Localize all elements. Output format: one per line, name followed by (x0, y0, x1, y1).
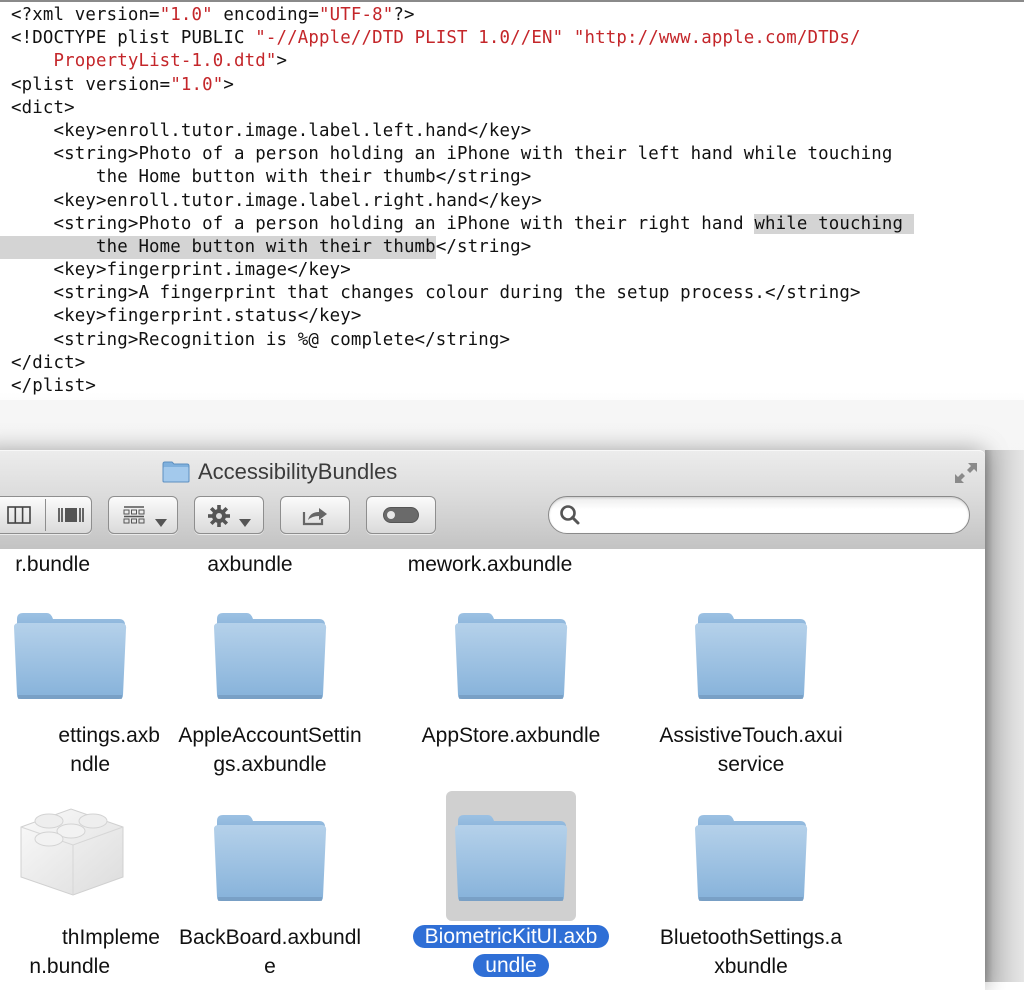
chevron-down-icon (239, 512, 251, 531)
folder-icon (162, 461, 190, 483)
code-text: <key>fingerprint.image</key> (11, 260, 351, 281)
code-text: ?> (393, 5, 415, 25)
code-line[interactable]: PropertyList-1.0.dtd"> (11, 50, 914, 73)
code-text: <key>fingerprint.status</key> (11, 306, 362, 327)
tag-toggle-icon (383, 507, 419, 527)
code-line[interactable]: <?xml version="1.0" encoding="UTF-8"?> (11, 4, 914, 27)
code-text: <dict> (11, 97, 75, 118)
code-line[interactable]: </plist> (11, 375, 914, 398)
code-line[interactable]: the Home button with their thumb</string… (0, 235, 914, 260)
code-text: <?xml version= (11, 5, 160, 25)
code-line[interactable]: </dict> (11, 352, 914, 375)
search-field[interactable] (548, 496, 970, 534)
action-button[interactable] (194, 496, 264, 534)
search-icon (559, 504, 581, 526)
partial-file-label[interactable]: r.bundle (0, 550, 90, 579)
code-line[interactable]: the Home button with their thumb</string… (11, 166, 914, 189)
code-text: <string>Recognition is %@ complete</stri… (11, 329, 511, 350)
folder-icon[interactable] (452, 611, 570, 701)
icon-view: r.bundle axbundle mework.axbundle etting… (0, 549, 985, 989)
string-literal: "1.0" (170, 74, 224, 95)
column-view-icon[interactable] (7, 506, 31, 528)
file-name-label[interactable]: AssistiveTouch.axui (601, 721, 901, 750)
partial-file-label[interactable]: mework.axbundle (380, 550, 600, 579)
folder-icon[interactable] (692, 611, 810, 701)
code-text: > (276, 51, 288, 72)
code-text: <string>Photo of a person holding an iPh… (11, 144, 893, 165)
file-name-label[interactable]: BluetoothSettings.a (601, 923, 901, 952)
partial-file-label[interactable]: axbundle (140, 550, 360, 579)
code-text: > (223, 74, 235, 95)
code-line[interactable]: <key>fingerprint.status</key> (11, 305, 914, 328)
code-text: the Home button with their thumb</string… (11, 167, 532, 188)
code-text: <plist version= (11, 74, 171, 95)
folder-icon[interactable] (692, 813, 810, 903)
code-line[interactable]: <string>A fingerprint that changes colou… (11, 282, 914, 305)
string-literal: PropertyList-1.0.dtd" (53, 51, 277, 72)
code-text: encoding= (212, 5, 319, 25)
code-text: <string>A fingerprint that changes colou… (11, 283, 861, 304)
selected-text: while touching (754, 213, 914, 234)
share-icon (302, 504, 330, 530)
window-shadow (985, 450, 1024, 982)
arrange-grid-icon (123, 505, 145, 529)
folder-icon[interactable] (452, 813, 570, 903)
finder-window: AccessibilityBundles r.bundle axbundle m… (0, 450, 985, 990)
code-text: <!DOCTYPE plist PUBLIC (11, 28, 256, 49)
fullscreen-button[interactable] (952, 459, 980, 487)
file-name-label[interactable]: xbundle (601, 952, 901, 981)
arrange-button[interactable] (108, 496, 178, 534)
folder-icon[interactable] (211, 611, 329, 701)
code-line[interactable]: <dict> (11, 97, 914, 120)
search-input[interactable] (587, 501, 961, 529)
file-name-text: BiometricKitUI.axb (412, 925, 610, 948)
window-title: AccessibilityBundles (162, 459, 397, 485)
tags-button[interactable] (366, 496, 436, 534)
folder-icon[interactable] (11, 611, 129, 701)
folder-icon[interactable] (211, 813, 329, 903)
view-mode-segmented-control[interactable] (0, 496, 92, 534)
string-literal: "1.0" (159, 5, 213, 25)
code-text: </dict> (11, 352, 86, 373)
code-text: </plist> (11, 376, 96, 396)
file-name-label[interactable]: ndle (0, 750, 110, 779)
selected-text: the Home button with their thumb (0, 235, 436, 260)
finder-toolbar: AccessibilityBundles (0, 450, 985, 550)
file-name-label[interactable]: gs.axbundle (120, 750, 420, 779)
window-title-text: AccessibilityBundles (198, 459, 398, 484)
code-line[interactable]: <string>Photo of a person holding an iPh… (11, 213, 914, 236)
bundle-lego-icon[interactable] (11, 797, 129, 897)
code-text: <key>enroll.tutor.image.label.right.hand… (11, 190, 543, 211)
segment-divider (45, 499, 46, 531)
gear-icon (207, 504, 231, 532)
code-line[interactable]: <!DOCTYPE plist PUBLIC "-//Apple//DTD PL… (11, 27, 914, 50)
chevron-down-icon (155, 512, 167, 531)
plist-source-text[interactable]: <?xml version="1.0" encoding="UTF-8"?> <!… (0, 4, 914, 398)
string-literal: "UTF-8" (319, 5, 394, 25)
string-literal: "-//Apple//DTD PLIST 1.0//EN" "http://ww… (255, 28, 861, 49)
code-line[interactable]: <plist version="1.0"> (11, 74, 914, 97)
code-text: <string>Photo of a person holding an iPh… (11, 213, 755, 234)
file-name-label[interactable]: n.bundle (0, 952, 110, 981)
code-line[interactable]: <key>fingerprint.image</key> (11, 259, 914, 282)
code-line[interactable]: <key>enroll.tutor.image.label.right.hand… (11, 190, 914, 213)
code-text: <key>enroll.tutor.image.label.left.hand<… (11, 120, 532, 141)
code-line[interactable]: <string>Photo of a person holding an iPh… (11, 143, 914, 166)
file-name-label[interactable]: service (601, 750, 901, 779)
file-name-text: undle (473, 954, 549, 977)
plist-editor[interactable]: <?xml version="1.0" encoding="UTF-8"?> <!… (0, 0, 1024, 432)
cover-flow-icon[interactable] (57, 506, 85, 528)
code-line[interactable]: <string>Recognition is %@ complete</stri… (11, 329, 914, 352)
fullscreen-arrows-icon (955, 463, 977, 483)
code-line[interactable]: <key>enroll.tutor.image.label.left.hand<… (11, 120, 914, 143)
share-button[interactable] (280, 496, 350, 534)
code-text: </string> (435, 236, 532, 257)
